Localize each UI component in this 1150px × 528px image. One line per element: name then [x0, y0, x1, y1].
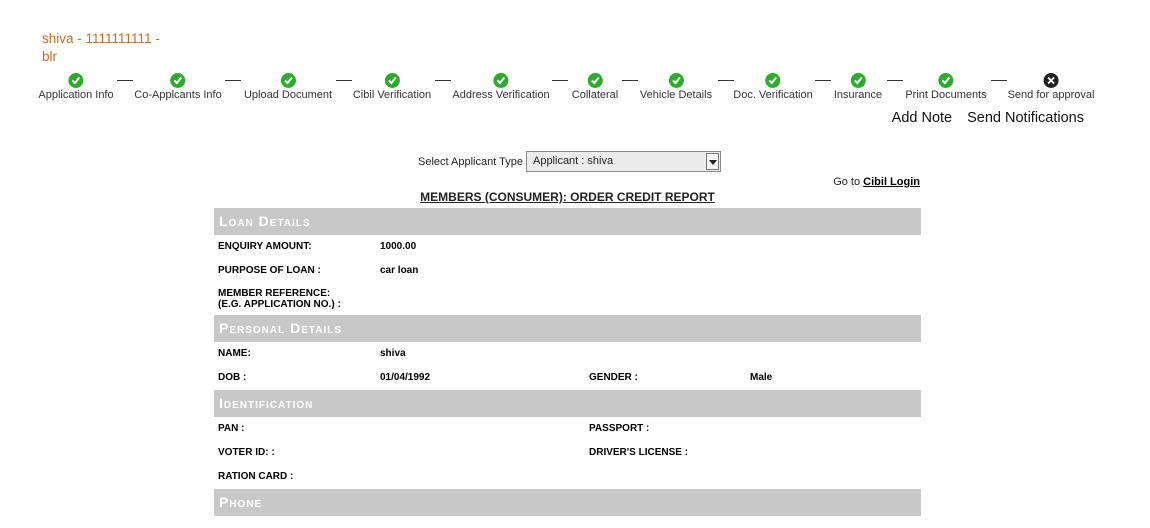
- step-label: Print Documents: [905, 89, 987, 101]
- workflow-stepper: Application Info Co-Applcants Info Uploa…: [0, 72, 1150, 104]
- applicant-type-value: Applicant : shiva: [532, 155, 614, 167]
- step-connector: [336, 80, 352, 81]
- check-icon: [850, 73, 866, 88]
- step-label: Upload Document: [243, 89, 333, 101]
- step-connector: [718, 80, 734, 81]
- enquiry-amount-label: ENQUIRY AMOUNT:: [218, 241, 312, 252]
- row-enquiry-amount: ENQUIRY AMOUNT: 1000.00: [214, 235, 921, 259]
- step-label: Send for approval: [1007, 89, 1095, 101]
- purpose-label: PURPOSE OF LOAN :: [218, 265, 321, 276]
- step-label: Co-Applcants Info: [134, 89, 222, 101]
- gender-label: GENDER :: [589, 372, 638, 383]
- applicant-title-line2: blr: [42, 49, 58, 64]
- row-name: NAME: shiva: [214, 342, 921, 366]
- step-upload-document[interactable]: Upload Document: [244, 72, 332, 101]
- member-ref-label: MEMBER REFERENCE: (E.G. APPLICATION NO.)…: [218, 288, 341, 310]
- top-actions: Add Note Send Notifications: [892, 110, 1084, 126]
- step-label: Collateral: [571, 89, 619, 101]
- row-dob-gender: DOB : 01/04/1992 GENDER : Male: [214, 366, 921, 390]
- step-co-applicants-info[interactable]: Co-Applcants Info: [134, 72, 222, 101]
- step-connector: [815, 80, 831, 81]
- dropdown-arrow-icon[interactable]: [705, 153, 719, 170]
- pan-label: PAN :: [218, 423, 245, 434]
- enquiry-amount-value: 1000.00: [380, 241, 417, 252]
- step-cibil-verification[interactable]: Cibil Verification: [353, 72, 431, 101]
- step-label: Address Verification: [452, 89, 550, 101]
- row-voter-driver: VOTER ID: : DRIVER'S LICENSE :: [214, 441, 921, 465]
- check-icon: [765, 73, 781, 88]
- check-icon: [280, 73, 296, 88]
- step-connector: [225, 80, 241, 81]
- purpose-value: car loan: [380, 265, 419, 276]
- check-icon: [493, 73, 509, 88]
- step-label: Insurance: [833, 89, 883, 101]
- step-label: Cibil Verification: [352, 89, 432, 101]
- step-label: Vehicle Details: [639, 89, 713, 101]
- step-address-verification[interactable]: Address Verification: [452, 72, 550, 101]
- report-title: MEMBERS (CONSUMER): ORDER CREDIT REPORT: [420, 190, 715, 204]
- cibil-login-link[interactable]: Cibil Login: [863, 176, 920, 188]
- passport-label: PASSPORT :: [589, 423, 650, 434]
- add-note-link[interactable]: Add Note: [892, 110, 952, 126]
- step-label: Doc. Verification: [733, 89, 813, 101]
- row-purpose-of-loan: PURPOSE OF LOAN : car loan: [214, 259, 921, 283]
- gender-value: Male: [750, 372, 773, 383]
- step-connector: [117, 80, 133, 81]
- dob-value: 01/04/1992: [380, 372, 431, 383]
- step-connector: [622, 80, 638, 81]
- step-doc-verification[interactable]: Doc. Verification: [733, 72, 813, 101]
- send-notifications-link[interactable]: Send Notifications: [967, 110, 1084, 126]
- member-ref-label-line1: MEMBER REFERENCE:: [218, 288, 331, 299]
- section-loan-details: Loan Details: [214, 208, 921, 235]
- row-pan-passport: PAN : PASSPORT :: [214, 417, 921, 441]
- ration-card-label: RATION CARD :: [218, 471, 294, 482]
- voter-id-label: VOTER ID: :: [218, 447, 275, 458]
- section-phone: Phone: [214, 489, 921, 516]
- step-connector: [435, 80, 451, 81]
- check-icon: [384, 73, 400, 88]
- check-icon: [938, 73, 954, 88]
- row-member-reference: MEMBER REFERENCE: (E.G. APPLICATION NO.)…: [214, 283, 921, 315]
- step-connector: [887, 80, 903, 81]
- applicant-type-select[interactable]: Applicant : shiva: [525, 151, 721, 172]
- step-send-for-approval[interactable]: Send for approval: [1007, 72, 1095, 101]
- credit-report-form: Loan Details ENQUIRY AMOUNT: 1000.00 PUR…: [214, 208, 921, 516]
- applicant-type-label: Select Applicant Type: [418, 155, 523, 168]
- name-label: NAME:: [218, 348, 251, 359]
- step-collateral[interactable]: Collateral: [572, 72, 618, 101]
- check-icon: [170, 73, 186, 88]
- dob-label: DOB :: [218, 372, 247, 383]
- goto-prefix: Go to: [833, 176, 861, 188]
- drivers-license-label: DRIVER'S LICENSE :: [589, 447, 689, 458]
- applicant-type-row: Select Applicant Type Applicant : shiva: [418, 151, 721, 172]
- applicant-title-line1: shiva - 1111111111 -: [42, 31, 160, 46]
- check-icon: [668, 73, 684, 88]
- applicant-title: shiva - 1111111111 - blr: [42, 30, 182, 66]
- member-ref-label-line2: (E.G. APPLICATION NO.) :: [218, 299, 341, 310]
- check-icon: [68, 73, 84, 88]
- section-personal-details: Personal Details: [214, 315, 921, 342]
- name-value: shiva: [380, 348, 406, 359]
- close-circle-icon: [1043, 73, 1059, 88]
- step-connector: [552, 80, 568, 81]
- step-print-documents[interactable]: Print Documents: [905, 72, 987, 101]
- check-icon: [587, 73, 603, 88]
- step-connector: [991, 80, 1007, 81]
- step-application-info[interactable]: Application Info: [38, 72, 114, 101]
- row-ration-card: RATION CARD :: [214, 465, 921, 489]
- step-vehicle-details[interactable]: Vehicle Details: [640, 72, 712, 101]
- goto-cibil: Go to Cibil Login: [833, 176, 920, 188]
- section-identification: Identification: [214, 390, 921, 417]
- step-label: Application Info: [38, 89, 114, 101]
- step-insurance[interactable]: Insurance: [834, 72, 882, 101]
